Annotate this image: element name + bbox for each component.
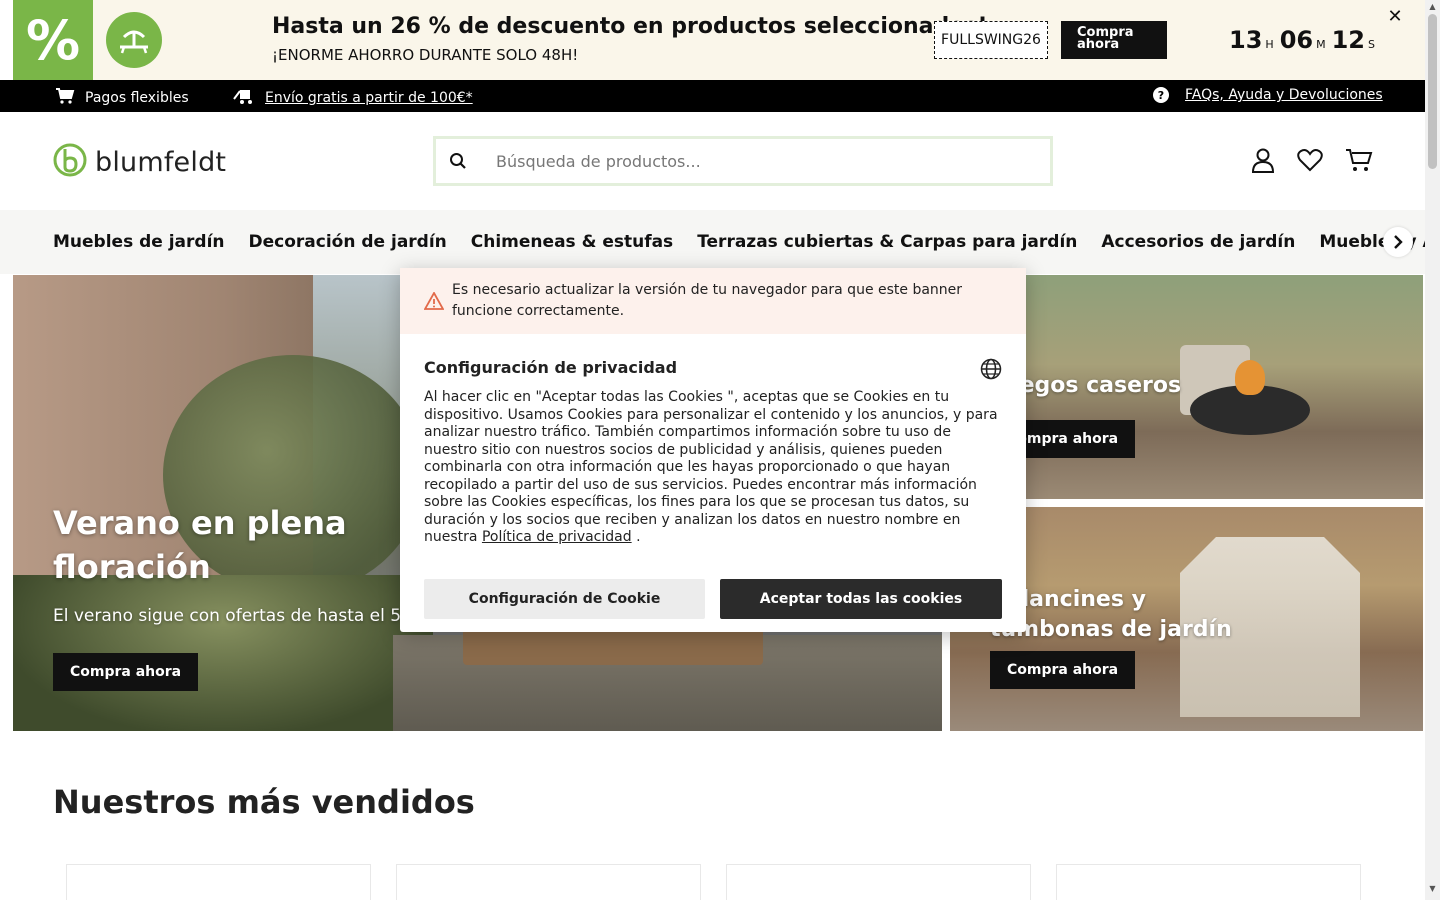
account-icon[interactable] [1249,146,1277,174]
shipping-link[interactable]: Envío gratis a partir de 100€* [265,90,473,106]
search-bar[interactable] [433,136,1053,186]
promo-banner: % Hasta un 26 % de descuento en producto… [13,0,1425,80]
shopping-cart-icon[interactable] [1345,146,1373,174]
chevron-right-icon[interactable] [1383,227,1413,257]
promo-subtitle: ¡ENORME AHORRO DURANTE SOLO 48H! [272,46,579,64]
firepit-image-flame [1235,360,1265,395]
privacy-body: Al hacer clic en "Aceptar todas las Cook… [424,389,998,545]
nav-item-muebles-jardin[interactable]: Muebles de jardín [53,232,225,252]
hero-shop-button[interactable]: Compra ahora [53,653,199,691]
nav-item-accesorios[interactable]: Accesorios de jardín [1101,232,1295,252]
privacy-period: . [631,529,641,545]
category-nav: Muebles de jardín Decoración de jardín C… [0,210,1425,274]
accept-cookies-button[interactable]: Aceptar todas las cookies [720,579,1002,619]
privacy-policy-link[interactable]: Política de privacidad [482,529,632,545]
bestsellers-title: Nuestros más vendidos [53,783,475,821]
privacy-dialog: Es necesario actualizar la versión de tu… [400,268,1026,632]
loungers-title: Balancines y tumbonas de jardín [990,587,1232,642]
promo-title: Hasta un 26 % de descuento en productos … [272,14,988,39]
percent-badge: % [13,0,93,80]
search-icon[interactable] [436,152,480,170]
truck-icon [233,87,255,109]
product-card[interactable] [396,864,701,900]
loungers-shop-button[interactable]: Compra ahora [990,651,1136,689]
product-card[interactable] [1056,864,1361,900]
logo-icon [53,143,87,181]
warning-icon [423,291,445,314]
promo-shop-button[interactable]: Compra ahora [1061,21,1167,59]
browser-warning: Es necesario actualizar la versión de tu… [400,268,1026,334]
logo-text: blumfeldt [95,146,227,178]
payments-item[interactable]: Pagos flexibles [55,87,189,109]
privacy-text: Al hacer clic en "Aceptar todas las Cook… [424,389,1004,547]
logo[interactable]: blumfeldt [53,143,226,181]
payments-label: Pagos flexibles [85,90,189,106]
info-bar: Pagos flexibles Envío gratis a partir de… [0,80,1425,112]
timer-seconds-unit: S [1368,38,1375,51]
scroll-down-icon[interactable]: ▼ [1425,884,1440,893]
countdown-timer: 13 H 06 M 12 S [1229,26,1381,54]
product-card[interactable] [726,864,1031,900]
product-card[interactable] [66,864,371,900]
language-globe-icon[interactable] [980,358,1002,384]
help-item[interactable]: ? FAQs, Ayuda y Devoluciones [1153,87,1383,103]
close-icon[interactable]: ✕ [1385,6,1405,27]
timer-minutes-unit: M [1316,38,1326,51]
page-scrollbar[interactable]: ▲ ▼ [1425,0,1440,900]
shipping-item[interactable]: Envío gratis a partir de 100€* [233,87,473,109]
nav-item-chimeneas[interactable]: Chimeneas & estufas [471,232,673,252]
scroll-thumb[interactable] [1428,14,1437,169]
nav-item-terrazas[interactable]: Terrazas cubiertas & Carpas para jardín [697,232,1077,252]
promo-code[interactable]: FULLSWING26 [934,21,1048,59]
hero-subtitle: El verano sigue con ofertas de hasta el … [53,606,429,626]
heart-icon[interactable] [1296,146,1324,174]
lounger-icon [106,12,162,68]
nav-item-decoracion[interactable]: Decoración de jardín [249,232,447,252]
warning-text: Es necesario actualizar la versión de tu… [452,282,963,319]
cart-icon [55,87,75,109]
privacy-title: Configuración de privacidad [424,358,678,377]
search-input[interactable] [480,151,1050,171]
help-link[interactable]: FAQs, Ayuda y Devoluciones [1185,87,1383,103]
hero-title: Verano en plena floración [53,504,347,586]
scroll-up-icon[interactable]: ▲ [1425,2,1440,11]
timer-minutes: 06 [1279,26,1314,54]
cookie-settings-button[interactable]: Configuración de Cookie [424,579,705,619]
timer-hours: 13 [1229,26,1263,54]
timer-hours-unit: H [1265,38,1274,51]
help-icon: ? [1153,87,1169,103]
timer-seconds: 12 [1331,26,1365,54]
